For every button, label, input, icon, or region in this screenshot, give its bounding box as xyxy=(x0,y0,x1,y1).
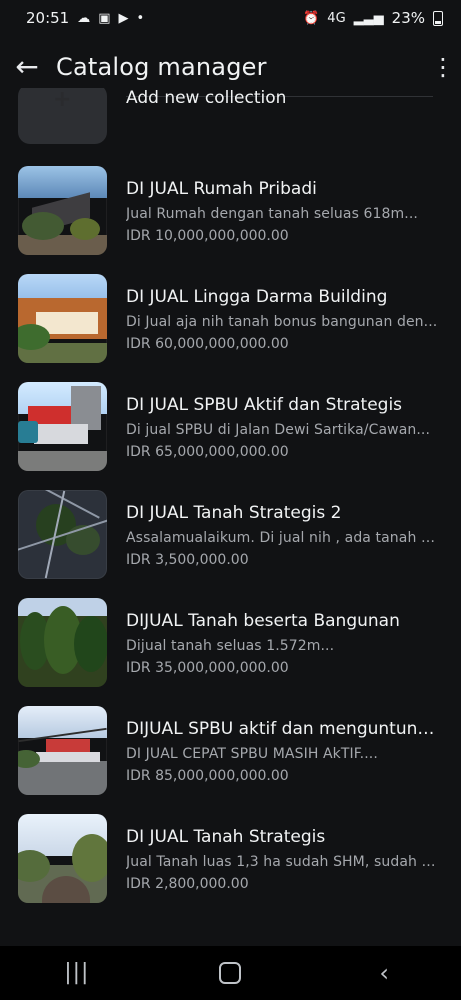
catalog-item-image xyxy=(18,382,107,471)
catalog-item[interactable]: DI JUAL Tanah Strategis 2 Assalamualaiku… xyxy=(18,490,443,581)
youtube-icon: ▶ xyxy=(118,10,129,26)
catalog-item-image xyxy=(18,274,107,363)
catalog-item-image xyxy=(18,166,107,255)
catalog-item[interactable]: DI JUAL Rumah Pribadi Jual Rumah dengan … xyxy=(18,166,443,257)
catalog-item-image xyxy=(18,598,107,687)
catalog-item-price: IDR 65,000,000,000.00 xyxy=(126,444,289,460)
catalog-item[interactable]: DI JUAL SPBU Aktif dan Strategis Di jual… xyxy=(18,382,443,473)
catalog-list: + Add new collection DI JUAL Rumah Priba… xyxy=(0,88,461,946)
status-bar: 20:51 ☁ ▣ ▶ • ⏰ 4G ▂▃▅ 23% xyxy=(0,0,461,36)
catalog-item-title: DI JUAL Tanah Strategis 2 xyxy=(126,503,342,523)
catalog-item-description: Dijual tanah seluas 1.572m... xyxy=(126,638,335,654)
status-right: ⏰ 4G ▂▃▅ 23% xyxy=(303,9,443,27)
recent-apps-icon[interactable]: ||| xyxy=(47,962,107,984)
shopping-bag-icon: ▣ xyxy=(98,10,111,26)
catalog-item-image xyxy=(18,490,107,579)
status-left: 20:51 ☁ ▣ ▶ • xyxy=(26,9,144,27)
cloud-icon: ☁ xyxy=(77,10,91,26)
catalog-item-description: DI JUAL CEPAT SPBU MASIH AkTIF.... xyxy=(126,746,378,762)
status-time: 20:51 xyxy=(26,9,70,27)
battery-icon xyxy=(433,10,443,26)
catalog-item-price: IDR 3,500,000.00 xyxy=(126,552,249,568)
add-new-collection-row[interactable]: + Add new collection xyxy=(18,88,443,144)
catalog-item-title: DI JUAL Tanah Strategis xyxy=(126,827,326,847)
catalog-item-price: IDR 2,800,000.00 xyxy=(126,876,249,892)
network-label: 4G xyxy=(327,10,346,26)
home-icon[interactable] xyxy=(200,962,260,984)
catalog-item-image xyxy=(18,814,107,903)
system-navigation-bar: ||| ‹ xyxy=(0,946,461,1000)
catalog-item-description: Jual Rumah dengan tanah seluas 618m... xyxy=(126,206,418,222)
battery-percent: 23% xyxy=(391,9,425,27)
signal-icon: ▂▃▅ xyxy=(353,10,384,26)
catalog-item-title: DI JUAL Lingga Darma Building xyxy=(126,287,388,307)
catalog-item-title: DI JUAL Rumah Pribadi xyxy=(126,179,317,199)
catalog-item-price: IDR 35,000,000,000.00 xyxy=(126,660,289,676)
catalog-item-description: Di Jual aja nih tanah bonus bangunan den… xyxy=(126,314,438,330)
catalog-item-image xyxy=(18,706,107,795)
catalog-item-price: IDR 60,000,000,000.00 xyxy=(126,336,289,352)
catalog-item-price: IDR 85,000,000,000.00 xyxy=(126,768,289,784)
catalog-item-title: DIJUAL SPBU aktif dan menguntungk... xyxy=(126,719,439,739)
notification-dot-icon: • xyxy=(136,10,145,26)
page-title: Catalog manager xyxy=(56,53,267,81)
catalog-item-price: IDR 10,000,000,000.00 xyxy=(126,228,289,244)
back-arrow-icon[interactable]: ← xyxy=(0,53,56,81)
alarm-icon: ⏰ xyxy=(303,10,320,26)
catalog-item[interactable]: DIJUAL Tanah beserta Bangunan Dijual tan… xyxy=(18,598,443,689)
catalog-item-description: Jual Tanah luas 1,3 ha sudah SHM, sudah … xyxy=(126,854,439,870)
add-new-collection-label: Add new collection xyxy=(126,88,287,108)
catalog-item[interactable]: DI JUAL Tanah Strategis Jual Tanah luas … xyxy=(18,814,443,905)
catalog-item[interactable]: DIJUAL SPBU aktif dan menguntungk... DI … xyxy=(18,706,443,797)
catalog-item-description: Assalamualaikum. Di jual nih , ada tanah… xyxy=(126,530,439,546)
catalog-item-title: DIJUAL Tanah beserta Bangunan xyxy=(126,611,400,631)
back-icon[interactable]: ‹ xyxy=(354,961,414,985)
catalog-item-title: DI JUAL SPBU Aktif dan Strategis xyxy=(126,395,403,415)
catalog-item-description: Di jual SPBU di Jalan Dewi Sartika/Cawan… xyxy=(126,422,431,438)
plus-icon: + xyxy=(53,88,72,112)
more-options-icon[interactable]: ⋮ xyxy=(425,55,461,79)
catalog-item[interactable]: DI JUAL Lingga Darma Building Di Jual aj… xyxy=(18,274,443,365)
